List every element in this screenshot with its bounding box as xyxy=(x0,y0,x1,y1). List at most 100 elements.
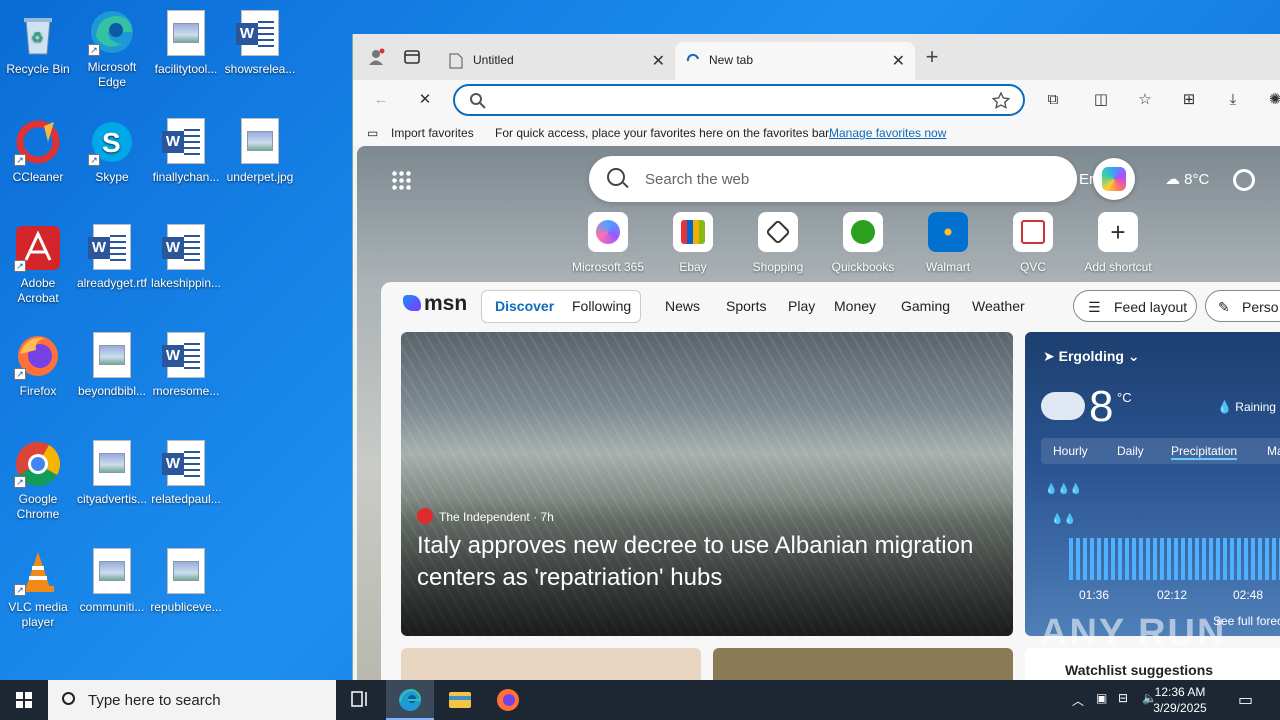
stop-loading-icon[interactable]: ✕ xyxy=(415,90,435,110)
desktop-icon-finallychan[interactable]: W finallychan... xyxy=(148,118,224,185)
clock[interactable]: 12:36 AM 3/29/2025 xyxy=(1140,684,1220,716)
desktop-icon-google-chrome[interactable]: ↗ Google Chrome xyxy=(0,440,76,522)
desktop-icon-relatedpaul[interactable]: W relatedpaul... xyxy=(148,440,224,507)
shortcut-ebay[interactable]: Ebay xyxy=(648,212,738,274)
desktop-icon-moresome[interactable]: W moresome... xyxy=(148,332,224,399)
downloads-icon[interactable]: ⤓ xyxy=(1223,90,1243,110)
manage-favorites-link[interactable]: Manage favorites now xyxy=(829,126,946,140)
skype-icon: S ↗ xyxy=(88,118,136,166)
desktop-icon-republiceve[interactable]: republiceve... xyxy=(148,548,224,615)
copilot-toolbar-icon[interactable]: ✺ xyxy=(1265,90,1280,110)
tab-sports[interactable]: Sports xyxy=(726,298,766,314)
notification-icon[interactable]: ▭ xyxy=(1238,690,1253,710)
tab-untitled[interactable]: Untitled ✕ xyxy=(439,42,675,80)
back-icon[interactable]: ← xyxy=(371,90,391,110)
weather-summary[interactable]: ☁ 8°C xyxy=(1165,170,1209,188)
tab-new-tab[interactable]: New tab ✕ xyxy=(675,42,915,80)
svg-text:♻: ♻ xyxy=(31,29,44,45)
desktop-icon-communiti[interactable]: communiti... xyxy=(74,548,150,615)
tab-following[interactable]: Following xyxy=(572,298,631,314)
start-button[interactable] xyxy=(0,680,48,720)
tab-strip: Untitled ✕ New tab ✕ + xyxy=(353,34,1280,80)
taskbar-file-explorer[interactable] xyxy=(436,680,484,720)
desktop-icon-adobe-acrobat[interactable]: ↗ Adobe Acrobat xyxy=(0,224,76,306)
tab-label: New tab xyxy=(709,53,754,67)
desktop-icon-label: cityadvertis... xyxy=(76,492,148,506)
device-icon[interactable]: ⊟ xyxy=(1118,691,1128,705)
weather-location[interactable]: ➤ Ergolding ⌄ xyxy=(1043,348,1140,365)
personalize-button[interactable]: ✎ Perso xyxy=(1205,290,1280,322)
desktop-icon-alreadyget[interactable]: W alreadyget.rtf xyxy=(74,224,150,291)
tab-actions-icon[interactable] xyxy=(403,48,421,66)
close-tab-icon[interactable]: ✕ xyxy=(892,51,905,71)
copilot-icon[interactable] xyxy=(1093,158,1135,200)
tab-discover[interactable]: Discover xyxy=(495,298,554,314)
new-tab-icon[interactable]: + xyxy=(923,46,941,68)
word-document-icon: W xyxy=(88,224,136,272)
desktop-icon-skype[interactable]: S ↗ Skype xyxy=(74,118,150,185)
vlc-cone-icon: ↗ xyxy=(14,548,62,596)
split-screen-icon[interactable]: ◫ xyxy=(1091,90,1111,110)
desktop-icon-underpet[interactable]: underpet.jpg xyxy=(222,118,298,185)
address-bar[interactable] xyxy=(453,84,1025,116)
weather-card[interactable]: ➤ Ergolding ⌄ 8 °C 💧 Raining n Hourly Da… xyxy=(1025,332,1280,636)
favorites-icon[interactable]: ☆ xyxy=(1135,90,1155,110)
web-search-box[interactable]: Search the web xyxy=(589,156,1077,202)
weather-tab-hourly[interactable]: Hourly xyxy=(1053,444,1088,458)
desktop-icon-label: Adobe Acrobat xyxy=(17,276,59,305)
import-favorites-button[interactable]: Import favorites xyxy=(391,126,474,140)
collections-icon[interactable]: ⊞ xyxy=(1179,90,1199,110)
adobe-acrobat-icon: ↗ xyxy=(14,224,62,272)
story-card-preview[interactable] xyxy=(401,648,701,680)
search-placeholder: Search the web xyxy=(645,171,750,188)
extensions-icon[interactable]: ⧉ xyxy=(1043,90,1063,110)
shortcut-label: Add shortcut xyxy=(1084,260,1152,274)
weather-tab-daily[interactable]: Daily xyxy=(1117,444,1144,458)
chevron-up-icon[interactable]: ︿ xyxy=(1072,692,1084,709)
desktop-icon-lakeshippin[interactable]: W lakeshippin... xyxy=(148,224,224,291)
desktop-icon-recycle-bin[interactable]: ♻ Recycle Bin xyxy=(0,10,76,77)
desktop-icon-showsrelea[interactable]: W showsrelea... xyxy=(222,10,298,77)
favorite-star-icon[interactable] xyxy=(991,91,1011,111)
desktop-icon-cityadvertis[interactable]: cityadvertis... xyxy=(74,440,150,507)
close-tab-icon[interactable]: ✕ xyxy=(652,51,665,71)
taskbar-firefox[interactable] xyxy=(484,680,532,720)
profile-icon[interactable] xyxy=(367,48,385,66)
edge-window: Untitled ✕ New tab ✕ + ← ✕ ⧉ ◫ ☆ ⊞ ⤓ ✺ ▭… xyxy=(352,34,1280,680)
shortcut-add[interactable]: + Add shortcut xyxy=(1073,212,1163,274)
task-view-button[interactable] xyxy=(336,680,384,720)
shortcut-microsoft-365[interactable]: Microsoft 365 xyxy=(563,212,653,274)
app-launcher-icon[interactable] xyxy=(391,170,411,190)
settings-gear-icon[interactable] xyxy=(1233,169,1255,191)
story-headline[interactable]: Italy approves new decree to use Albania… xyxy=(417,530,1007,594)
weather-temp-large: 8 xyxy=(1089,382,1114,431)
taskbar-search[interactable]: Type here to search xyxy=(48,680,336,720)
desktop-icon-beyondbibl[interactable]: beyondbibl... xyxy=(74,332,150,399)
desktop-icon-firefox[interactable]: ↗ Firefox xyxy=(0,332,76,399)
desktop-icon-facilitytool[interactable]: facilitytool... xyxy=(148,10,224,77)
desktop-icon-ccleaner[interactable]: ↗ CCleaner xyxy=(0,118,76,185)
hero-story-card[interactable]: The Independent · 7h Italy approves new … xyxy=(401,332,1013,636)
desktop-icon-label: beyondbibl... xyxy=(77,384,147,398)
tab-news[interactable]: News xyxy=(665,298,700,314)
weather-tab-map[interactable]: Ma xyxy=(1267,444,1280,458)
sliders-icon: ☰ xyxy=(1088,299,1101,315)
msn-logo[interactable]: msn xyxy=(403,292,467,316)
shortcut-walmart[interactable]: Walmart xyxy=(903,212,993,274)
tab-weather[interactable]: Weather xyxy=(972,298,1025,314)
tab-play[interactable]: Play xyxy=(788,298,815,314)
desktop-icon-vlc[interactable]: ↗ VLC media player xyxy=(0,548,76,630)
shortcut-quickbooks[interactable]: Quickbooks xyxy=(818,212,908,274)
network-icon[interactable]: ▣ xyxy=(1096,691,1107,705)
tab-money[interactable]: Money xyxy=(834,298,876,314)
weather-tab-precipitation[interactable]: Precipitation xyxy=(1171,444,1238,460)
feed-layout-button[interactable]: ☰ Feed layout xyxy=(1073,290,1197,322)
import-favorites-icon[interactable]: ▭ xyxy=(367,126,378,140)
taskbar-search-placeholder: Type here to search xyxy=(88,692,221,709)
tab-gaming[interactable]: Gaming xyxy=(901,298,950,314)
taskbar-edge[interactable] xyxy=(386,680,434,720)
shortcut-qvc[interactable]: QVC xyxy=(988,212,1078,274)
story-card-preview[interactable] xyxy=(713,648,1013,680)
shortcut-shopping[interactable]: Shopping xyxy=(733,212,823,274)
desktop-icon-microsoft-edge[interactable]: ↗ Microsoft Edge xyxy=(74,8,150,90)
